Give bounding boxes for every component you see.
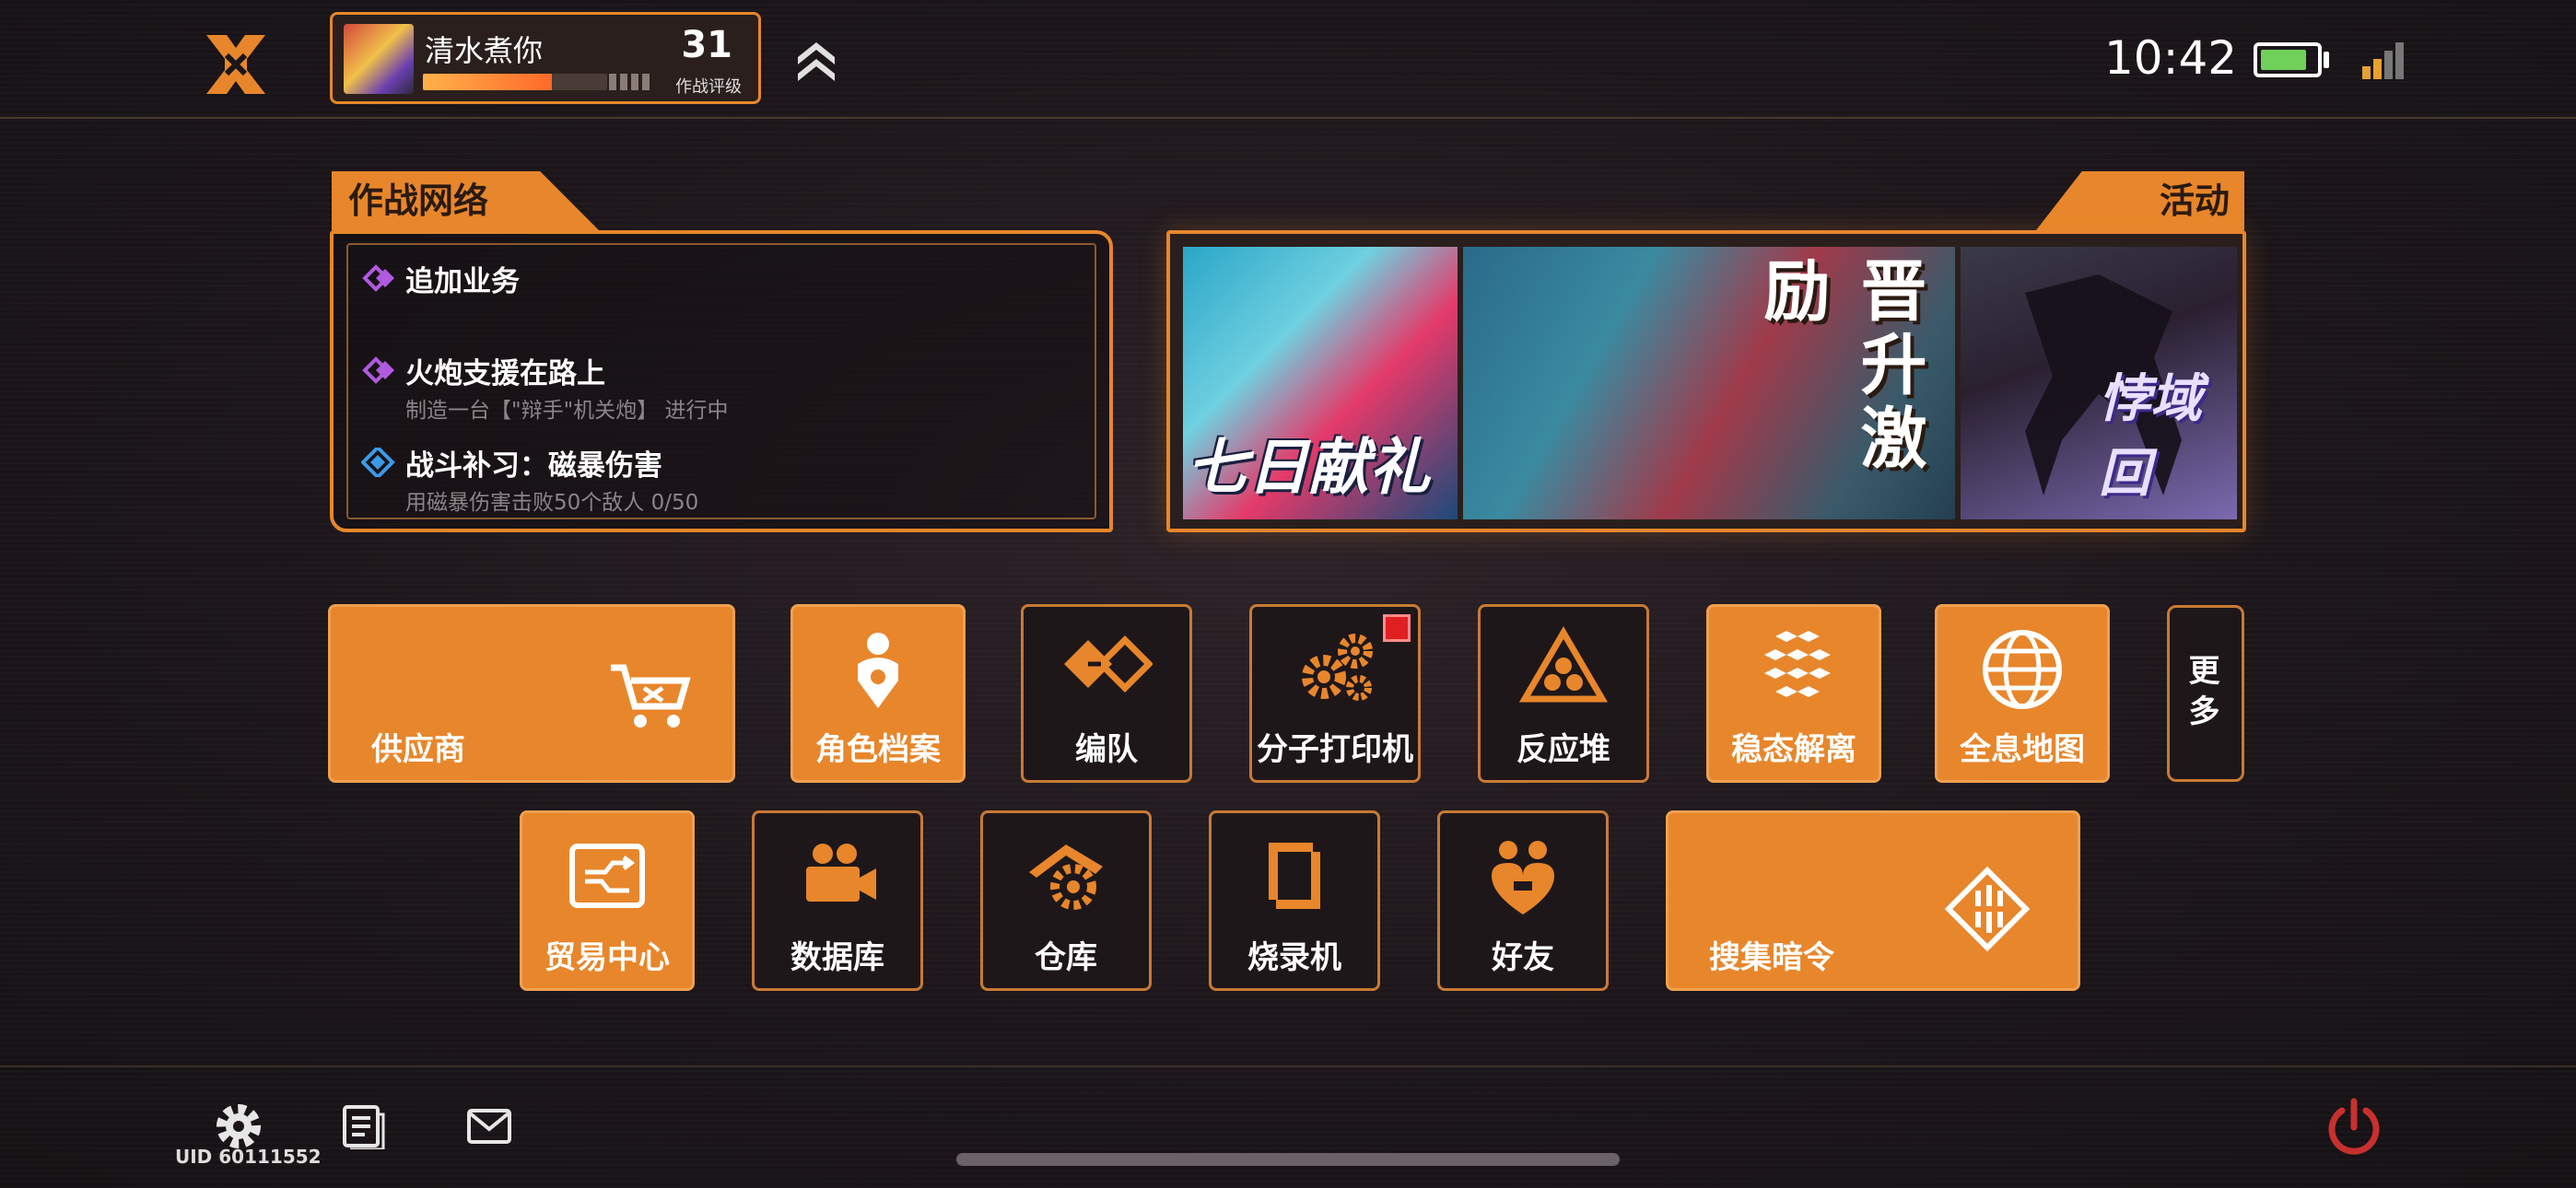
map-pin-icon [858,633,898,708]
notification-badge [1383,614,1411,642]
activity-panel: 七日献礼 晋升激励 悖域回 [1166,230,2246,532]
trade-icon [569,844,645,908]
banner-text: 悖域回 [2099,369,2202,504]
exp-segments [609,74,653,90]
combat-level-label: 作战评级 [675,77,742,97]
activity-banner[interactable]: 七日献礼 [1183,247,1458,519]
trade-center-button[interactable]: 贸易中心 [520,810,695,991]
database-label: 数据库 [790,939,884,976]
close-icon[interactable] [199,28,273,101]
blue-diamond-icon [361,448,395,477]
burner-label: 烧录机 [1247,939,1341,976]
cube-grid-icon [1764,631,1831,697]
globe-icon [1983,630,2062,709]
more-label: 更多 [2183,654,2219,735]
activity-banner[interactable]: 晋升激励 [1463,247,1955,519]
mail-icon[interactable] [466,1105,512,1147]
molecular-printer-label: 分子打印机 [1257,731,1413,768]
steady-dissociation-button[interactable]: 稳态解离 [1706,604,1881,783]
formation-label: 编队 [1075,731,1138,768]
reactor-icon [1518,626,1609,703]
collect-codes-button[interactable]: 搜集暗令 [1666,810,2080,991]
friends-button[interactable]: 好友 [1437,810,1609,991]
more-button[interactable]: 更多 [2167,605,2244,782]
purple-diamond-icon [362,356,394,384]
molecular-printer-button[interactable]: 分子打印机 [1249,604,1421,783]
signal-icon [2362,42,2404,79]
header-divider [0,117,2576,119]
clock: 10:42 [2104,31,2238,85]
database-button[interactable]: 数据库 [752,810,923,991]
battery-icon [2254,42,2322,77]
task-subtitle: 制造一台【"辩手"机关炮】 进行中 [405,399,729,423]
supplier-label: 供应商 [371,731,465,768]
steady-dissociation-label: 稳态解离 [1731,731,1856,768]
warehouse-button[interactable]: 仓库 [980,810,1152,991]
character-archive-button[interactable]: 角色档案 [790,604,966,783]
holo-map-label: 全息地图 [1960,731,2085,768]
reactor-button[interactable]: 反应堆 [1478,604,1649,783]
player-avatar [344,24,414,94]
friends-icon [1492,841,1554,914]
character-archive-label: 角色档案 [815,731,941,768]
task-title: 火炮支援在路上 [405,357,605,390]
burner-button[interactable]: 烧录机 [1209,810,1380,991]
friends-label: 好友 [1492,939,1554,976]
cart-icon [611,664,691,728]
player-name: 清水煮你 [425,33,544,68]
player-profile-card[interactable]: 清水煮你 31 作战评级 [330,12,761,104]
collect-codes-label: 搜集暗令 [1709,939,1834,976]
rank-chevron-icon[interactable] [794,37,838,85]
trade-center-label: 贸易中心 [544,939,670,976]
warehouse-label: 仓库 [1035,939,1097,976]
formation-icon [1064,635,1153,693]
activity-banner[interactable]: 悖域回 [1961,247,2237,519]
task-subtitle: 用磁暴伤害击败50个敌人 0/50 [405,491,699,515]
power-icon[interactable] [2324,1096,2384,1157]
notes-icon[interactable] [341,1103,385,1149]
combat-level: 31 [681,24,732,66]
task-title: 追加业务 [405,265,520,298]
footer-divider [0,1066,2576,1067]
banner-text: 晋升激励 [1752,256,1926,477]
formation-button[interactable]: 编队 [1021,604,1192,783]
burner-frame-icon [1269,843,1320,909]
battery-tip [2324,52,2329,68]
home-indicator[interactable] [956,1153,1620,1166]
task-title: 战斗补习：磁暴伤害 [405,449,662,483]
network-panel[interactable]: 追加业务 火炮支援在路上 制造一台【"辩手"机关炮】 进行中 战斗补习：磁暴伤害… [330,230,1113,532]
supplier-button[interactable]: 供应商 [328,604,735,783]
user-id: UID 60111552 [175,1146,322,1168]
warehouse-gear-icon [1029,844,1103,910]
holo-map-button[interactable]: 全息地图 [1935,604,2110,783]
reactor-label: 反应堆 [1516,731,1610,768]
gears-icon [1302,634,1373,701]
gear-icon[interactable] [214,1101,263,1151]
exp-progress-bar [423,74,607,90]
banner-text: 七日献礼 [1187,432,1430,503]
purple-diamond-icon [362,264,394,292]
video-camera-icon [806,844,876,902]
